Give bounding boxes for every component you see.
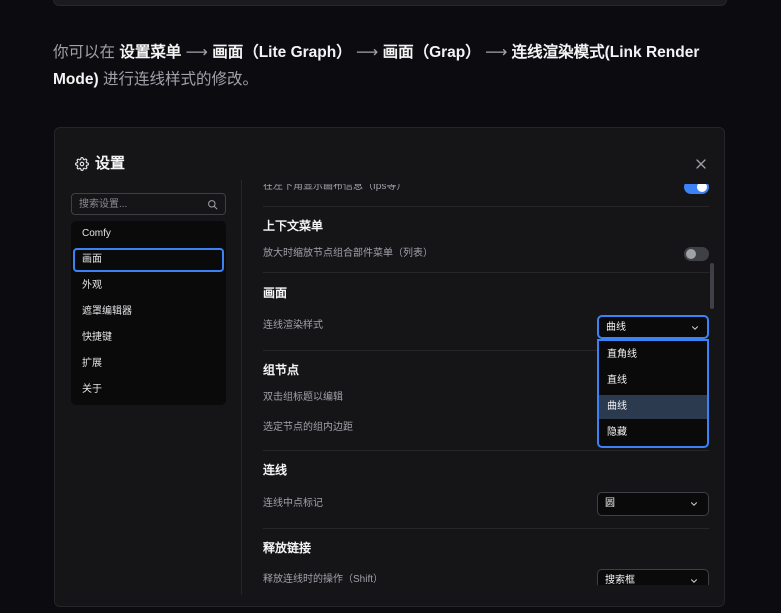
menu-step-lite-graph: 画面（Lite Graph） xyxy=(212,44,352,61)
setting-label-context-menu-scaling: 放大时缩放节点组合部件菜单（列表） xyxy=(263,248,433,259)
search-field[interactable] xyxy=(71,193,226,215)
toggle-canvas-info[interactable] xyxy=(684,184,709,194)
category-item-lite-graph[interactable]: 画面 xyxy=(73,248,224,272)
setting-label-link-release-shift: 释放连线时的操作（Shift） xyxy=(263,574,384,585)
arrow-separator: ⟶ xyxy=(185,44,208,61)
instruction-paragraph: 你可以在 设置菜单 ⟶ 画面（Lite Graph） ⟶ 画面（Grap） ⟶ … xyxy=(53,39,727,93)
close-icon[interactable] xyxy=(696,159,706,169)
category-item-about[interactable]: 关于 xyxy=(73,378,224,402)
arrow-separator: ⟶ xyxy=(356,44,379,61)
settings-dialog-screenshot: 设置 Comfy 画面 外观 遮罩编辑器 快捷键 扩展 关于 在左下角显示画布信… xyxy=(54,127,725,607)
section-divider xyxy=(263,272,709,273)
category-item-keybinding[interactable]: 快捷键 xyxy=(73,326,224,350)
section-heading-link-release: 释放链接 xyxy=(263,541,312,555)
category-item-mask-editor[interactable]: 遮罩编辑器 xyxy=(73,300,224,324)
menu-step-graph: 画面（Grap） xyxy=(382,44,481,61)
section-divider xyxy=(263,528,709,529)
select-value: 搜索框 xyxy=(605,575,635,585)
instruction-outro: 进行连线样式的修改。 xyxy=(102,71,258,88)
section-heading-link: 连线 xyxy=(263,463,288,477)
gear-icon xyxy=(75,157,89,171)
section-heading-context-menu: 上下文菜单 xyxy=(263,219,324,233)
setting-label-group-title-edit: 双击组标题以编辑 xyxy=(263,392,343,403)
select-link-release-shift[interactable]: 搜索框 xyxy=(597,569,709,585)
setting-label-group-padding: 选定节点的组内边距 xyxy=(263,422,353,433)
search-input[interactable] xyxy=(79,194,201,214)
scrollbar-thumb[interactable] xyxy=(710,263,714,309)
dropdown-option-orthogonal[interactable]: 直角线 xyxy=(599,343,707,367)
category-item-comfy[interactable]: Comfy xyxy=(73,222,224,246)
category-list: Comfy 画面 外观 遮罩编辑器 快捷键 扩展 关于 xyxy=(71,221,226,405)
select-value: 曲线 xyxy=(606,322,626,333)
setting-label-link-markers: 连线中点标记 xyxy=(263,498,323,509)
select-link-render-mode[interactable]: 曲线 xyxy=(597,315,709,339)
category-item-extension[interactable]: 扩展 xyxy=(73,352,224,376)
menu-step-settings: 设置菜单 xyxy=(119,44,182,61)
toggle-context-menu-scaling[interactable] xyxy=(684,247,709,261)
dropdown-option-hidden[interactable]: 隐藏 xyxy=(599,421,707,445)
search-icon xyxy=(208,200,218,210)
previous-block-edge xyxy=(53,0,727,6)
toggle-knob xyxy=(686,249,696,259)
section-divider xyxy=(263,206,709,207)
chevron-down-icon xyxy=(692,326,698,330)
section-divider xyxy=(263,450,709,451)
setting-label-canvas-info: 在左下角显示画布信息（fps等） xyxy=(263,184,407,192)
dialog-title: 设置 xyxy=(95,155,126,172)
select-value: 圆 xyxy=(605,498,615,509)
sidebar-divider xyxy=(241,180,242,595)
select-link-markers[interactable]: 圆 xyxy=(597,492,709,516)
dropdown-option-straight[interactable]: 直线 xyxy=(599,369,707,393)
dropdown-option-spline[interactable]: 曲线 xyxy=(599,395,707,419)
chevron-down-icon xyxy=(691,579,697,583)
section-heading-group-node: 组节点 xyxy=(263,363,300,377)
toggle-knob xyxy=(697,184,707,192)
link-render-mode-dropdown: 直角线 直线 曲线 隐藏 xyxy=(597,339,709,448)
section-heading-graph: 画面 xyxy=(263,286,288,300)
setting-label-link-render-mode: 连线渲染样式 xyxy=(263,320,323,331)
settings-panel: 在左下角显示画布信息（fps等） 上下文菜单 放大时缩放节点组合部件菜单（列表）… xyxy=(251,184,717,585)
category-item-appearance[interactable]: 外观 xyxy=(73,274,224,298)
arrow-separator: ⟶ xyxy=(485,44,508,61)
instruction-intro: 你可以在 xyxy=(53,44,116,61)
chevron-down-icon xyxy=(691,502,697,506)
